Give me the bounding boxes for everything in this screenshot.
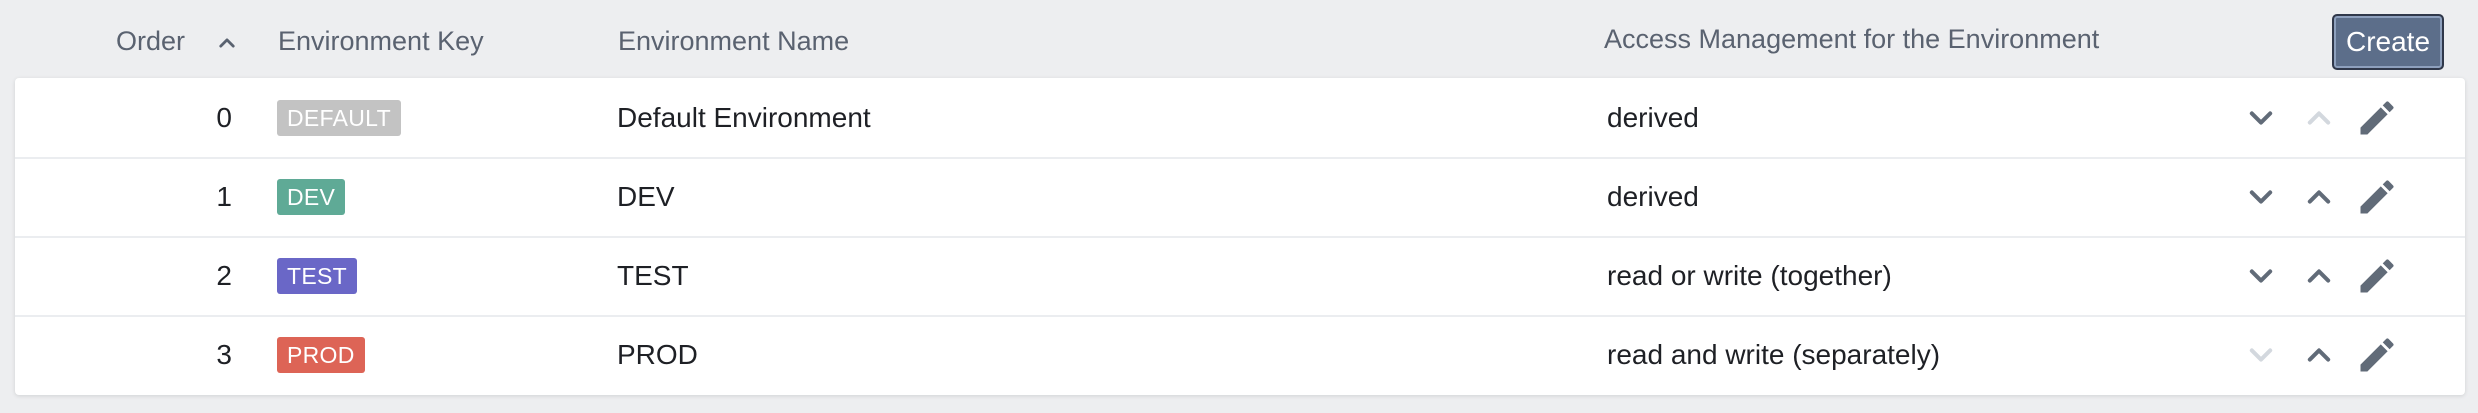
pencil-icon xyxy=(2360,259,2394,293)
chevron-down-icon xyxy=(2249,269,2273,283)
edit-button[interactable] xyxy=(2355,175,2399,219)
chevron-up-icon xyxy=(2307,269,2331,283)
pencil-icon xyxy=(2360,101,2394,135)
move-up-button xyxy=(2297,96,2341,140)
edit-button[interactable] xyxy=(2355,254,2399,298)
edit-button[interactable] xyxy=(2355,333,2399,377)
move-down-button[interactable] xyxy=(2239,96,2283,140)
row-order: 3 xyxy=(216,339,232,370)
environment-key-cell: TEST xyxy=(277,257,357,294)
environments-table: 0 DEFAULT Default Environment derived 1 … xyxy=(15,78,2465,395)
table-row[interactable]: 1 DEV DEV derived xyxy=(15,157,2465,238)
move-down-button xyxy=(2239,333,2283,377)
move-up-button[interactable] xyxy=(2297,175,2341,219)
access-management-value: read or write (together) xyxy=(1607,260,1892,291)
environment-name: DEV xyxy=(617,181,675,212)
column-header-order[interactable]: Order xyxy=(116,26,185,57)
column-header-environment-key[interactable]: Environment Key xyxy=(278,26,484,57)
move-up-button[interactable] xyxy=(2297,254,2341,298)
row-actions xyxy=(2239,333,2409,377)
chevron-down-icon xyxy=(2249,348,2273,362)
pencil-icon xyxy=(2360,338,2394,372)
access-management-value: read and write (separately) xyxy=(1607,339,1941,370)
chevron-down-icon xyxy=(2249,111,2273,125)
environment-key-cell: PROD xyxy=(277,336,365,373)
chevron-up-icon xyxy=(2307,111,2331,125)
row-actions xyxy=(2239,96,2409,140)
row-order: 2 xyxy=(216,260,232,291)
row-order: 1 xyxy=(216,181,232,212)
move-down-button[interactable] xyxy=(2239,254,2283,298)
table-row[interactable]: 0 DEFAULT Default Environment derived xyxy=(15,78,2465,159)
table-row[interactable]: 3 PROD PROD read and write (separately) xyxy=(15,315,2465,394)
environment-name: TEST xyxy=(617,260,689,291)
table-row[interactable]: 2 TEST TEST read or write (together) xyxy=(15,236,2465,317)
environments-page: Order Environment Key Environment Name A… xyxy=(0,0,2478,413)
environment-key-cell: DEFAULT xyxy=(277,99,401,136)
access-management-value: derived xyxy=(1607,181,1699,212)
environment-key-badge: DEFAULT xyxy=(277,100,401,136)
access-management-value: derived xyxy=(1607,102,1699,133)
table-header: Order Environment Key Environment Name A… xyxy=(0,0,2478,78)
pencil-icon xyxy=(2360,180,2394,214)
create-button[interactable]: Create xyxy=(2332,14,2444,70)
environment-key-cell: DEV xyxy=(277,178,346,215)
column-header-environment-name[interactable]: Environment Name xyxy=(618,26,849,57)
move-up-button[interactable] xyxy=(2297,333,2341,377)
environment-key-badge: DEV xyxy=(277,179,346,215)
environment-name: PROD xyxy=(617,339,698,370)
sort-ascending-icon[interactable] xyxy=(212,28,242,58)
edit-button[interactable] xyxy=(2355,96,2399,140)
chevron-up-icon xyxy=(2307,348,2331,362)
environment-key-badge: PROD xyxy=(277,337,365,373)
row-actions xyxy=(2239,175,2409,219)
column-header-access-management[interactable]: Access Management for the Environment xyxy=(1604,24,2099,55)
chevron-up-icon xyxy=(2307,190,2331,204)
chevron-up-icon xyxy=(219,38,235,48)
environment-name: Default Environment xyxy=(617,102,871,133)
environment-key-badge: TEST xyxy=(277,258,357,294)
chevron-down-icon xyxy=(2249,190,2273,204)
row-order: 0 xyxy=(216,102,232,133)
row-actions xyxy=(2239,254,2409,298)
move-down-button[interactable] xyxy=(2239,175,2283,219)
